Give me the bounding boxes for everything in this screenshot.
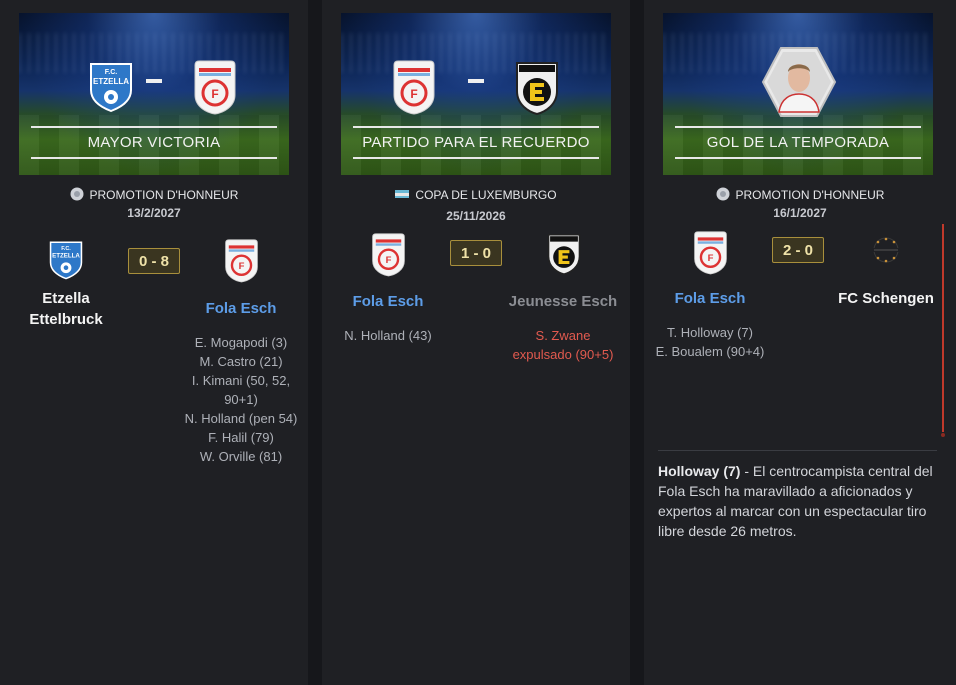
banner-line-bottom xyxy=(353,157,599,159)
svg-text:ETZELLA: ETZELLA xyxy=(52,253,80,260)
league-badge-icon xyxy=(70,187,84,201)
scorer-entry[interactable]: N. Holland (pen 54) xyxy=(180,409,302,428)
versus-dash xyxy=(468,79,484,83)
player-portrait-icon[interactable] xyxy=(761,46,837,118)
banner-title: GOL DE LA TEMPORADA xyxy=(706,134,890,151)
scorer-entry[interactable]: N. Holland (43) xyxy=(338,326,438,345)
banner-line-top xyxy=(675,126,921,128)
home-scorers: T. Holloway (7) E. Boualem (90+4) xyxy=(650,323,770,361)
scrollbar[interactable] xyxy=(942,224,944,432)
match-score[interactable]: 2 - 0 xyxy=(772,237,824,263)
fola-esch-crest-icon[interactable]: F xyxy=(193,59,237,115)
away-team-name[interactable]: Fola Esch xyxy=(186,298,296,319)
banner-biggest-win: F.C. ETZELLA F MAYOR VICTORIA xyxy=(19,13,289,175)
away-team-name[interactable]: FC Schengen xyxy=(830,288,942,309)
red-card-entry[interactable]: expulsado (90+5) xyxy=(502,345,624,364)
svg-text:ETZELLA: ETZELLA xyxy=(93,77,129,86)
fola-esch-crest-icon[interactable]: F xyxy=(693,230,728,275)
jeunesse-esch-crest-icon[interactable] xyxy=(547,233,581,275)
card-goal-of-season: GOL DE LA TEMPORADA PROMOTION D'HONNEUR … xyxy=(644,0,956,685)
jeunesse-esch-crest-icon[interactable] xyxy=(515,61,559,115)
match-score[interactable]: 1 - 0 xyxy=(450,240,502,266)
match-score[interactable]: 0 - 8 xyxy=(128,248,180,274)
fola-esch-crest-icon[interactable]: F xyxy=(392,59,436,115)
fola-esch-crest-icon[interactable]: F xyxy=(371,232,406,277)
svg-text:F: F xyxy=(386,255,392,266)
svg-text:F: F xyxy=(410,87,417,101)
goal-scorer-name[interactable]: Holloway (7) xyxy=(658,463,740,479)
scrollbar-end[interactable] xyxy=(941,433,945,437)
svg-text:F.C.: F.C. xyxy=(61,246,71,252)
scorer-entry[interactable]: E. Mogapodi (3) xyxy=(180,333,302,352)
svg-text:F.C.: F.C. xyxy=(105,69,118,76)
scorer-entry[interactable]: E. Boualem (90+4) xyxy=(650,342,770,361)
banner-line-bottom xyxy=(31,157,277,159)
scorer-entry[interactable]: T. Holloway (7) xyxy=(650,323,770,342)
banner-line-top xyxy=(353,126,599,128)
fola-esch-crest-icon[interactable]: F xyxy=(224,238,259,283)
fc-schengen-crest-icon[interactable] xyxy=(866,235,906,265)
competition-label[interactable]: PROMOTION D'HONNEUR xyxy=(0,187,308,202)
scorer-entry[interactable]: W. Orville (81) xyxy=(180,447,302,466)
svg-text:F: F xyxy=(239,261,245,272)
competition-name: PROMOTION D'HONNEUR xyxy=(735,188,885,202)
scorer-entry[interactable]: 90+1) xyxy=(180,390,302,409)
away-team-name[interactable]: Jeunesse Esch xyxy=(506,291,620,312)
scorer-entry[interactable]: F. Halil (79) xyxy=(180,428,302,447)
description-divider xyxy=(658,450,937,451)
banner-line-bottom xyxy=(675,157,921,159)
versus-dash xyxy=(146,79,162,83)
card-biggest-win: F.C. ETZELLA F MAYOR VICTORIA PROMOTION … xyxy=(0,0,308,685)
scorer-entry[interactable]: M. Castro (21) xyxy=(180,352,302,371)
away-events: S. Zwane expulsado (90+5) xyxy=(502,326,624,364)
competition-name: COPA DE LUXEMBURGO xyxy=(415,188,557,202)
luxembourg-flag-icon xyxy=(395,190,410,198)
home-scorers: N. Holland (43) xyxy=(338,326,438,345)
svg-text:F: F xyxy=(211,87,218,101)
banner-memorable-match: F PARTIDO PARA EL RECUERDO xyxy=(341,13,611,175)
competition-name: PROMOTION D'HONNEUR xyxy=(89,188,239,202)
away-scorers: E. Mogapodi (3) M. Castro (21) I. Kimani… xyxy=(180,333,302,466)
home-team-name[interactable]: Etzella Ettelbruck xyxy=(16,288,116,330)
home-team-name[interactable]: Fola Esch xyxy=(338,291,438,312)
svg-text:F: F xyxy=(708,253,714,264)
match-date: 16/1/2027 xyxy=(773,206,827,220)
banner-goal-of-season: GOL DE LA TEMPORADA xyxy=(663,13,933,175)
banner-title: PARTIDO PARA EL RECUERDO xyxy=(362,134,590,151)
etzella-crest-icon[interactable]: F.C. ETZELLA xyxy=(89,62,133,112)
banner-title: MAYOR VICTORIA xyxy=(87,134,221,151)
match-date: 13/2/2027 xyxy=(127,206,181,220)
match-date: 25/11/2026 xyxy=(446,209,506,223)
banner-line-top xyxy=(31,126,277,128)
card-memorable-match: F PARTIDO PARA EL RECUERDO COPA DE LUXEM… xyxy=(322,0,630,685)
goal-description: Holloway (7) - El centrocampista central… xyxy=(658,461,940,541)
competition-label[interactable]: PROMOTION D'HONNEUR xyxy=(644,187,956,202)
competition-label[interactable]: COPA DE LUXEMBURGO xyxy=(322,187,630,202)
etzella-crest-icon[interactable]: F.C. ETZELLA xyxy=(49,238,83,282)
red-card-entry[interactable]: S. Zwane xyxy=(502,326,624,345)
home-team-name[interactable]: Fola Esch xyxy=(660,288,760,309)
scorer-entry[interactable]: I. Kimani (50, 52, xyxy=(180,371,302,390)
league-badge-icon xyxy=(716,187,730,201)
